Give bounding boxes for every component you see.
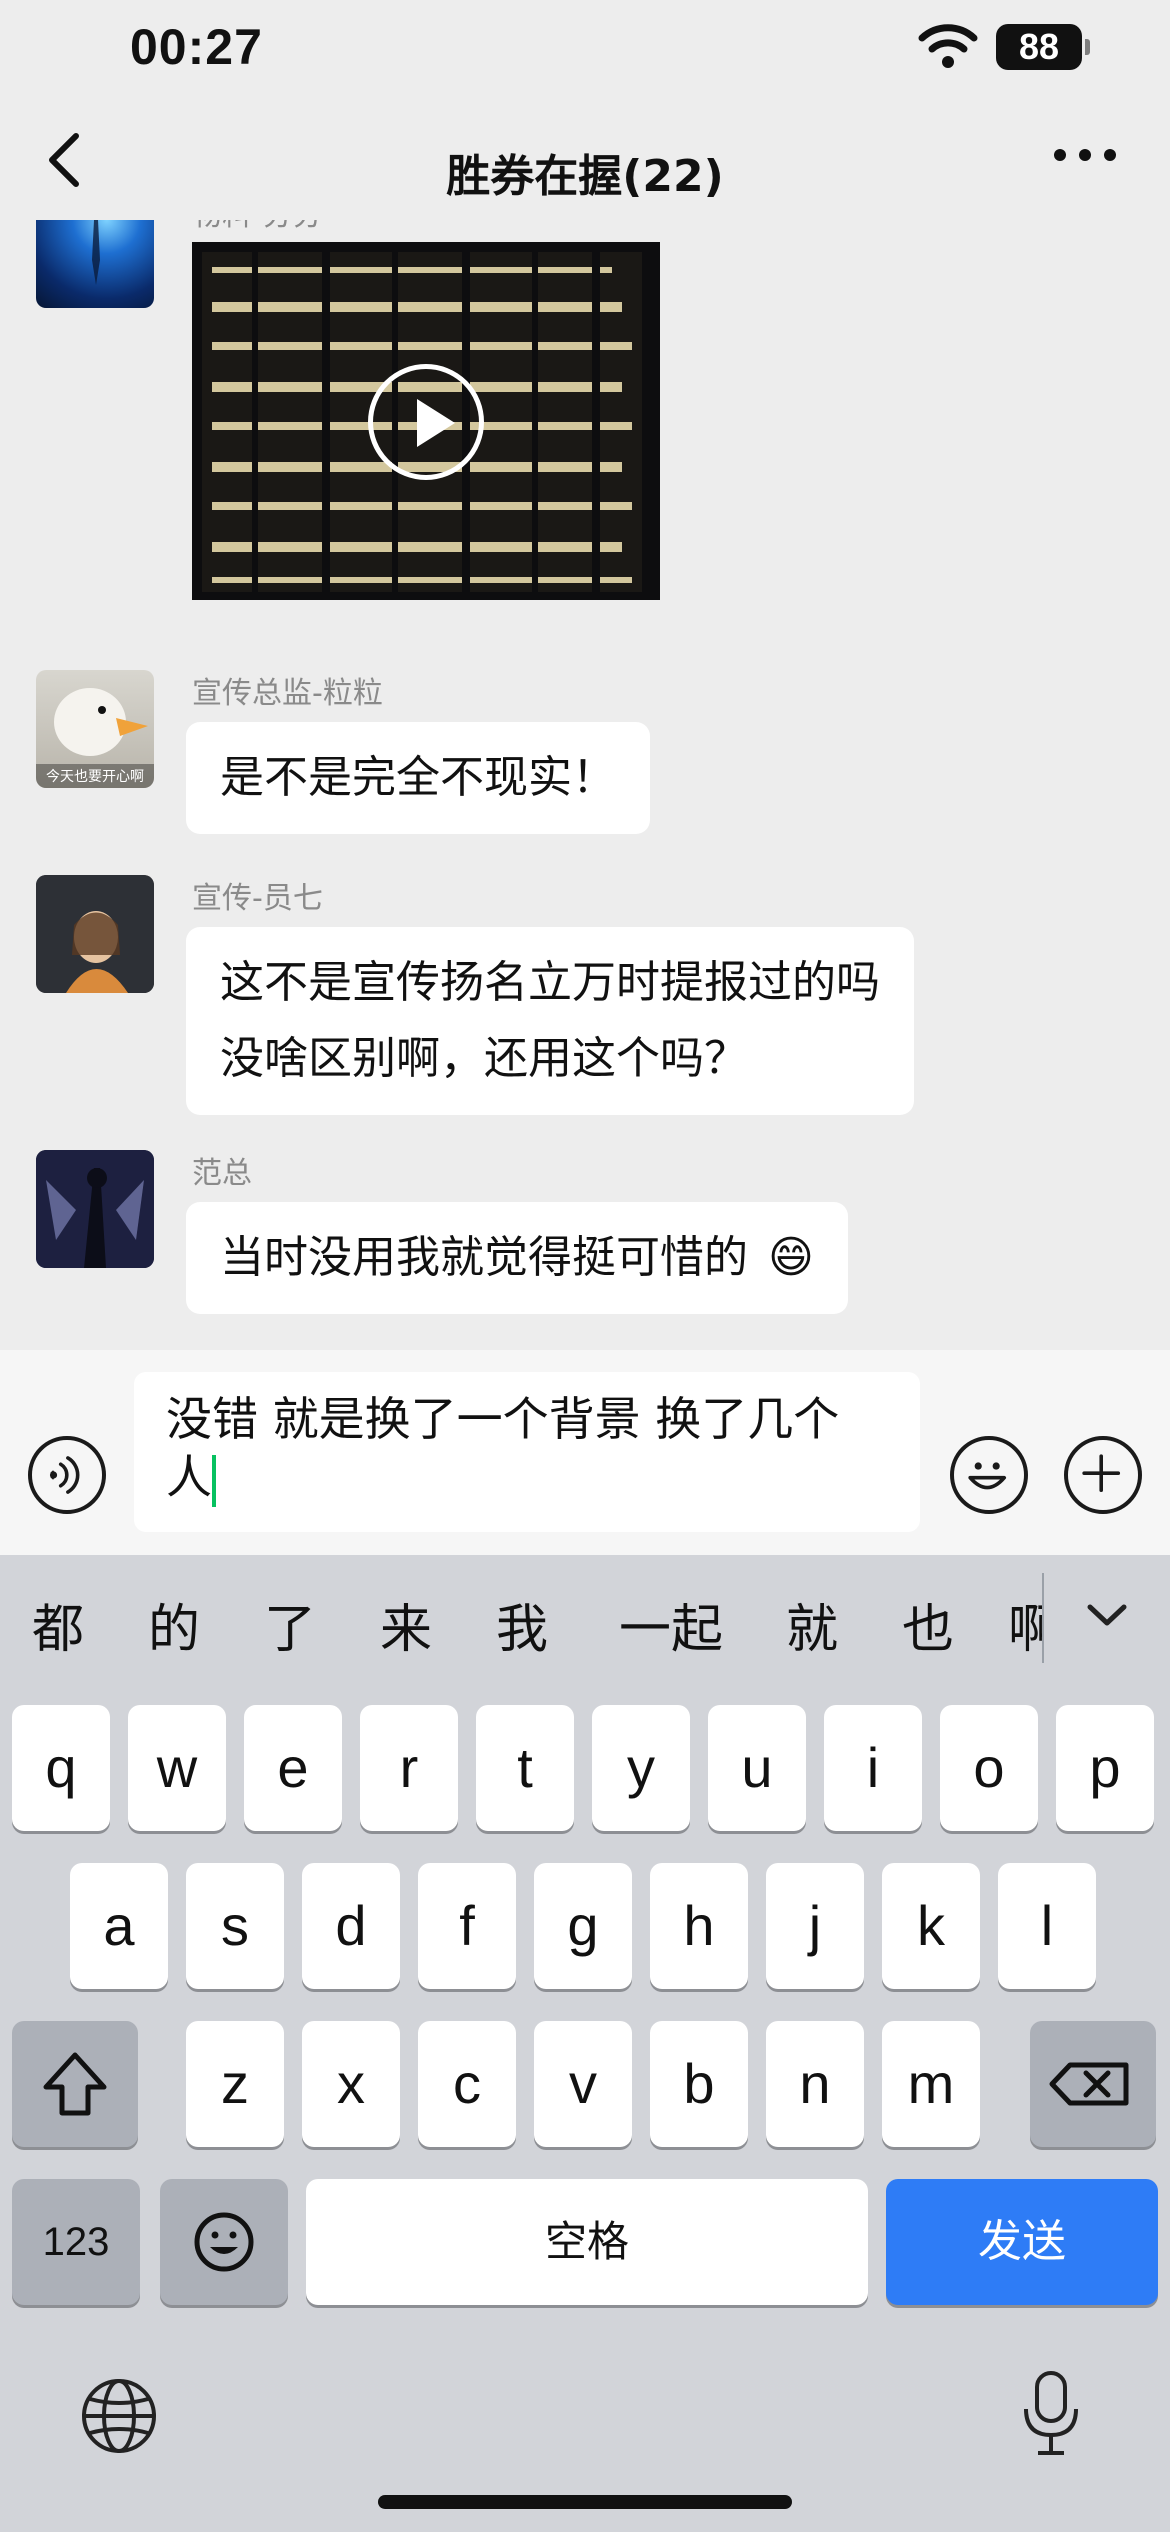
diver-silhouette-icon <box>92 220 100 285</box>
chevron-down-icon[interactable] <box>1082 1591 1132 1641</box>
clock: 00:27 <box>130 19 263 75</box>
candidate-item[interactable]: 啊 <box>1008 1585 1044 1675</box>
chat-messages[interactable]: 物料-分分 <box>0 220 1170 1350</box>
space-key[interactable]: 空格 <box>306 2179 868 2305</box>
key-y[interactable]: y <box>592 1705 690 1831</box>
key-h[interactable]: h <box>650 1863 748 1989</box>
shift-key[interactable] <box>12 2021 138 2147</box>
candidate-item[interactable]: 我 <box>486 1585 558 1675</box>
plus-icon[interactable] <box>1064 1436 1142 1514</box>
text-caret <box>212 1454 216 1507</box>
key-m[interactable]: m <box>882 2021 980 2147</box>
grin-emoji-icon: 😄 <box>768 1232 814 1283</box>
message-input[interactable]: 没错 就是换了一个背景 换了几个 人 <box>134 1372 920 1532</box>
candidate-item[interactable]: 了 <box>254 1585 326 1675</box>
backspace-key[interactable] <box>1030 2021 1156 2147</box>
message-input-bar: 没错 就是换了一个背景 换了几个 人 <box>0 1350 1170 1555</box>
key-i[interactable]: i <box>824 1705 922 1831</box>
candidate-item[interactable]: 一起 <box>606 1585 736 1675</box>
key-s[interactable]: s <box>186 1863 284 1989</box>
candidate-item[interactable]: 就 <box>776 1585 848 1675</box>
avatar[interactable]: 今天也要开心啊 <box>36 670 154 788</box>
battery-icon: 88 <box>996 24 1090 70</box>
key-c[interactable]: c <box>418 2021 516 2147</box>
shift-icon <box>43 2052 107 2116</box>
page-title: 胜券在握(22) <box>446 151 724 202</box>
emoji-key[interactable] <box>160 2179 288 2305</box>
key-b[interactable]: b <box>650 2021 748 2147</box>
key-v[interactable]: v <box>534 2021 632 2147</box>
key-u[interactable]: u <box>708 1705 806 1831</box>
key-e[interactable]: e <box>244 1705 342 1831</box>
status-bar: 00:27 88 <box>0 0 1170 100</box>
sender-name: 范总 <box>192 1156 252 1191</box>
candidate-text: 啊 <box>1008 1600 1044 1660</box>
key-p[interactable]: p <box>1056 1705 1154 1831</box>
candidate-item[interactable]: 都 <box>22 1585 94 1675</box>
key-r[interactable]: r <box>360 1705 458 1831</box>
input-line-2: 人 <box>166 1448 888 1507</box>
candidate-item[interactable]: 的 <box>138 1585 210 1675</box>
message-bubble[interactable]: 这不是宣传扬名立万时提报过的吗 没啥区别啊，还用这个吗？ <box>186 927 914 1115</box>
message-item: 物料-分分 <box>0 220 1170 640</box>
message-text: 是不是完全不现实！ <box>220 752 616 803</box>
avatar[interactable] <box>36 1150 154 1268</box>
key-d[interactable]: d <box>302 1863 400 1989</box>
home-indicator <box>378 2495 792 2509</box>
keyboard: 都 的 了 来 我 一起 就 也 啊 q w e r t y u i o p a… <box>0 1555 1170 2532</box>
key-o[interactable]: o <box>940 1705 1038 1831</box>
avatar-caption: 今天也要开心啊 <box>46 769 144 785</box>
numbers-key[interactable]: 123 <box>12 2179 140 2305</box>
message-bubble[interactable]: 是不是完全不现实！ <box>186 722 650 834</box>
microphone-icon[interactable] <box>1010 2365 1092 2461</box>
play-icon[interactable] <box>368 364 484 480</box>
send-key[interactable]: 发送 <box>886 2179 1158 2305</box>
key-w[interactable]: w <box>128 1705 226 1831</box>
input-line: 没错 就是换了一个背景 换了几个 <box>166 1392 840 1446</box>
key-l[interactable]: l <box>998 1863 1096 1989</box>
key-k[interactable]: k <box>882 1863 980 1989</box>
figure-avatar-icon <box>36 1150 154 1268</box>
input-text: 人 <box>166 1450 212 1504</box>
person-avatar-icon <box>36 875 154 993</box>
key-g[interactable]: g <box>534 1863 632 1989</box>
globe-icon[interactable] <box>78 2375 160 2457</box>
goose-avatar-icon: 今天也要开心啊 <box>36 688 154 788</box>
nav-bar: 胜券在握(22) <box>0 110 1170 230</box>
voice-icon[interactable] <box>28 1436 106 1514</box>
message-item: 宣传-员七 这不是宣传扬名立万时提报过的吗 没啥区别啊，还用这个吗？ <box>0 875 1170 1135</box>
key-a[interactable]: a <box>70 1863 168 1989</box>
message-item: 今天也要开心啊 宣传总监-粒粒 是不是完全不现实！ <box>0 670 1170 850</box>
message-bubble[interactable]: 当时没用我就觉得挺可惜的 😄 <box>186 1202 848 1314</box>
key-j[interactable]: j <box>766 1863 864 1989</box>
message-item: 范总 当时没用我就觉得挺可惜的 😄 <box>0 1150 1170 1330</box>
key-z[interactable]: z <box>186 2021 284 2147</box>
backspace-icon <box>1049 2062 1129 2106</box>
candidate-item[interactable]: 来 <box>370 1585 442 1675</box>
message-text: 这不是宣传扬名立万时提报过的吗 <box>220 957 880 1008</box>
sender-name: 物料-分分 <box>192 220 323 234</box>
key-f[interactable]: f <box>418 1863 516 1989</box>
video-thumbnail[interactable] <box>192 242 660 600</box>
message-text: 当时没用我就觉得挺可惜的 <box>220 1232 748 1283</box>
key-q[interactable]: q <box>12 1705 110 1831</box>
candidate-divider <box>1042 1573 1044 1663</box>
emoji-icon[interactable] <box>950 1436 1028 1514</box>
candidate-item[interactable]: 也 <box>892 1585 964 1675</box>
avatar[interactable] <box>36 220 154 308</box>
sender-name: 宣传总监-粒粒 <box>192 676 383 711</box>
emoji-icon <box>194 2212 254 2272</box>
key-n[interactable]: n <box>766 2021 864 2147</box>
wifi-icon <box>918 24 978 68</box>
key-t[interactable]: t <box>476 1705 574 1831</box>
message-text: 没啥区别啊，还用这个吗？ <box>220 1033 748 1084</box>
more-icon[interactable] <box>1050 130 1120 180</box>
avatar[interactable] <box>36 875 154 993</box>
key-x[interactable]: x <box>302 2021 400 2147</box>
sender-name: 宣传-员七 <box>192 881 323 916</box>
